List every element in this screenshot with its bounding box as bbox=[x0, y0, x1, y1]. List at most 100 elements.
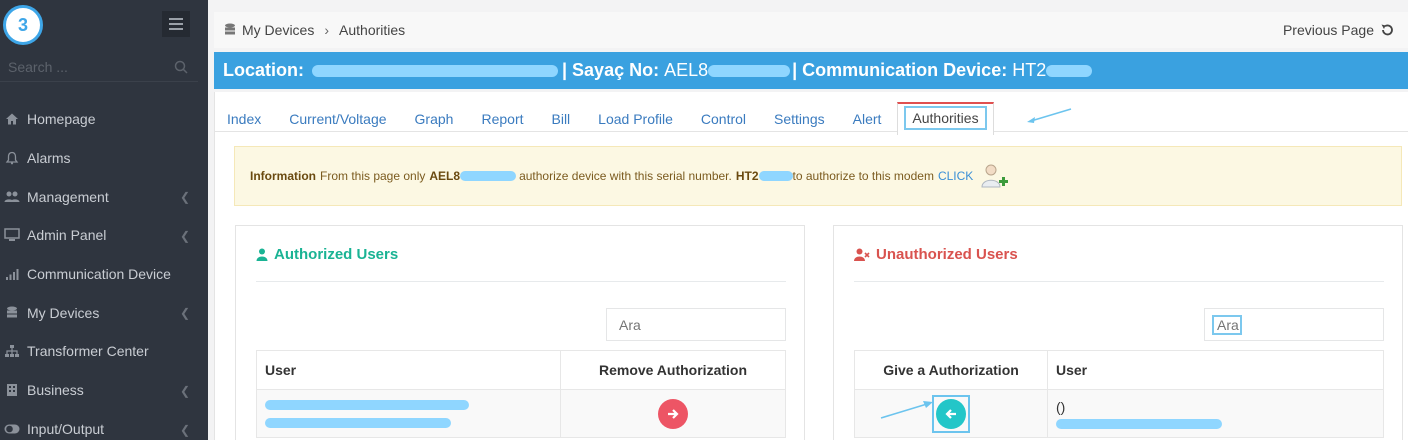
user-times-icon bbox=[854, 248, 870, 261]
location-label: Location: bbox=[223, 60, 304, 80]
sayac-value: AEL8 bbox=[664, 60, 709, 80]
info-title: Information bbox=[250, 169, 316, 183]
redacted-comm bbox=[1046, 64, 1093, 77]
unauthorized-user-name: () bbox=[1056, 398, 1066, 415]
tab-graph[interactable]: Graph bbox=[403, 102, 466, 132]
tab-authorities[interactable]: Authorities bbox=[897, 102, 994, 135]
tab-bill[interactable]: Bill bbox=[540, 102, 583, 132]
redacted-serial-2 bbox=[758, 171, 793, 181]
chevron-right-icon: › bbox=[324, 22, 330, 38]
give-authorization-highlight bbox=[932, 394, 970, 433]
click-link[interactable]: CLICK bbox=[938, 169, 973, 183]
monitor-icon bbox=[4, 227, 20, 243]
table-header-row: User Remove Authorization bbox=[256, 350, 786, 390]
breadcrumb-bar: My Devices › Authorities Previous Page bbox=[214, 12, 1408, 48]
info-text-3: to authorize to this modem bbox=[792, 169, 934, 183]
tab-load-profile[interactable]: Load Profile bbox=[586, 102, 685, 132]
sidebar-item-business[interactable]: Business ❮ bbox=[0, 371, 208, 410]
annotation-arrow bbox=[880, 401, 933, 419]
hamburger-line bbox=[169, 23, 183, 25]
tab-settings[interactable]: Settings bbox=[762, 102, 837, 132]
breadcrumb-my-devices[interactable]: My Devices bbox=[242, 22, 314, 38]
home-icon bbox=[4, 111, 20, 127]
unauthorized-users-title: Unauthorized Users bbox=[876, 246, 1018, 263]
database-icon bbox=[4, 305, 20, 321]
sidebar-item-alarms[interactable]: Alarms bbox=[0, 139, 208, 178]
table-header-row: Give a Authorization User bbox=[854, 350, 1384, 390]
search-icon[interactable] bbox=[174, 60, 188, 74]
sidebar-item-transformer-center[interactable]: Transformer Center bbox=[0, 332, 208, 371]
authorized-users-heading: Authorized Users bbox=[256, 246, 398, 263]
add-user-icon[interactable] bbox=[979, 161, 1009, 191]
arrow-right-icon bbox=[668, 408, 679, 419]
sidebar-item-input-output[interactable]: Input/Output ❮ bbox=[0, 410, 208, 440]
undo-icon bbox=[1381, 24, 1393, 36]
sidebar-item-communication-device[interactable]: Communication Device bbox=[0, 255, 208, 294]
info-serial-2: HT2 bbox=[735, 169, 759, 183]
previous-page-link[interactable]: Previous Page bbox=[1283, 22, 1394, 38]
location-bar: Location: | Sayaç No: AEL8 | Communicati… bbox=[214, 52, 1408, 89]
unauthorized-users-table: Give a Authorization User () bbox=[854, 350, 1384, 438]
tab-alert[interactable]: Alert bbox=[841, 102, 894, 132]
toggle-icon bbox=[4, 421, 20, 437]
sidebar-item-admin-panel[interactable]: Admin Panel ❮ bbox=[0, 216, 208, 255]
redacted-location bbox=[312, 64, 558, 77]
authorized-users-title: Authorized Users bbox=[274, 246, 399, 263]
annotation-arrow bbox=[1027, 108, 1072, 123]
breadcrumb-authorities: Authorities bbox=[339, 22, 406, 38]
communication-device-label: | Communication Device: bbox=[792, 60, 1008, 80]
sidebar-search bbox=[0, 52, 198, 82]
information-alert: Information From this page only AEL8 aut… bbox=[234, 146, 1402, 206]
col-remove-authorization: Remove Authorization bbox=[560, 350, 786, 390]
tab-index[interactable]: Index bbox=[215, 102, 273, 132]
sidebar-item-label: Management bbox=[27, 188, 109, 205]
redacted-user-email bbox=[265, 417, 451, 428]
sidebar-item-label: My Devices bbox=[27, 304, 100, 321]
give-authorization-button[interactable] bbox=[936, 398, 966, 429]
unauthorized-user-cell: () bbox=[1047, 389, 1384, 438]
authorized-users-box: Authorized Users User Remove Authorizati… bbox=[235, 225, 805, 440]
authorized-search-input[interactable] bbox=[606, 308, 786, 341]
hamburger-line bbox=[169, 28, 183, 30]
communication-device-value: HT2 bbox=[1012, 60, 1047, 80]
redacted-user-email bbox=[1056, 418, 1222, 429]
building-icon bbox=[4, 382, 20, 398]
remove-authorization-button[interactable] bbox=[658, 398, 688, 429]
sidebar-search-input[interactable] bbox=[8, 57, 168, 77]
device-tabs: Index Current/Voltage Graph Report Bill … bbox=[215, 102, 1408, 135]
info-text-1: From this page only bbox=[320, 169, 426, 183]
col-user: User bbox=[1047, 350, 1384, 390]
sidebar-item-label: Admin Panel bbox=[27, 227, 107, 244]
tab-control[interactable]: Control bbox=[689, 102, 758, 132]
sidebar-item-label: Transformer Center bbox=[27, 343, 149, 360]
sidebar-item-my-devices[interactable]: My Devices ❮ bbox=[0, 293, 208, 332]
chevron-left-icon: ❮ bbox=[179, 306, 190, 321]
content-panel: Index Current/Voltage Graph Report Bill … bbox=[214, 92, 1408, 440]
authorized-user-cell bbox=[256, 389, 561, 438]
tab-authorities-label: Authorities bbox=[904, 106, 987, 130]
redacted-sayac bbox=[708, 64, 791, 77]
sidebar-item-homepage[interactable]: Homepage bbox=[0, 100, 208, 139]
unauthorized-users-heading: Unauthorized Users bbox=[854, 246, 1018, 263]
sidebar-item-management[interactable]: Management ❮ bbox=[0, 177, 208, 216]
bell-icon bbox=[4, 150, 20, 166]
tab-report[interactable]: Report bbox=[469, 102, 535, 132]
arrow-left-icon bbox=[945, 408, 956, 419]
chevron-left-icon: ❮ bbox=[179, 383, 190, 398]
menu-toggle-button[interactable] bbox=[162, 11, 190, 37]
user-badge[interactable]: 3 bbox=[3, 5, 43, 45]
user-icon bbox=[256, 248, 268, 261]
col-user: User bbox=[256, 350, 561, 390]
col-give-authorization: Give a Authorization bbox=[854, 350, 1048, 390]
tab-current-voltage[interactable]: Current/Voltage bbox=[277, 102, 398, 132]
redacted-serial-1 bbox=[460, 171, 517, 181]
sitemap-icon bbox=[4, 343, 20, 359]
hamburger-icon bbox=[169, 18, 183, 20]
sidebar-nav: Homepage Alarms Management ❮ Admin Panel… bbox=[0, 100, 208, 440]
signal-icon bbox=[4, 266, 20, 282]
remove-authorization-cell bbox=[560, 389, 786, 438]
chevron-left-icon: ❮ bbox=[179, 422, 190, 437]
main-content: My Devices › Authorities Previous Page L… bbox=[208, 0, 1408, 440]
authorized-users-table: User Remove Authorization bbox=[256, 350, 786, 438]
redacted-user-name bbox=[265, 399, 469, 410]
